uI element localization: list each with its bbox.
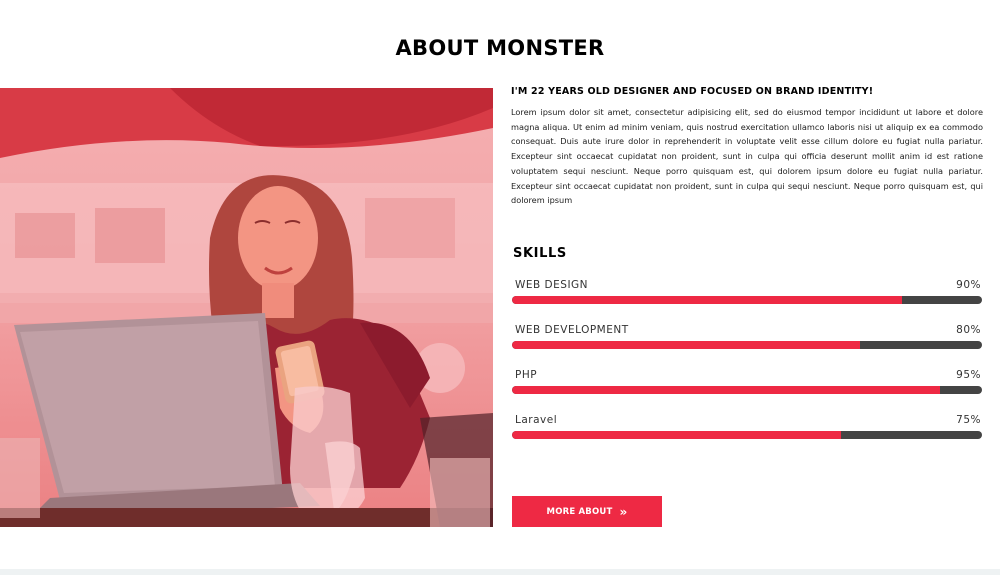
skill-php: PHP 95% (512, 369, 982, 394)
about-paragraph: Lorem ipsum dolor sit amet, consectetur … (511, 107, 983, 206)
skill-name: Laravel (515, 414, 558, 426)
skill-progress-bar (512, 431, 982, 439)
skill-name: PHP (515, 369, 538, 381)
section-title: ABOUT MONSTER (395, 36, 605, 60)
skill-name: WEB DESIGN (515, 279, 589, 291)
double-chevron-right-icon: » (619, 504, 628, 519)
skill-progress-fill (512, 386, 940, 394)
about-content: I'M 22 YEARS OLD DESIGNER AND FOCUSED ON… (511, 86, 983, 208)
skill-percent: 95% (956, 369, 981, 381)
more-about-label: MORE ABOUT (546, 506, 613, 517)
skill-progress-fill (512, 341, 860, 349)
about-headline: I'M 22 YEARS OLD DESIGNER AND FOCUSED ON… (511, 86, 874, 97)
skill-name: WEB DEVELOPMENT (515, 324, 629, 336)
skill-percent: 75% (956, 414, 981, 426)
woman-with-laptop-image (0, 88, 493, 527)
skill-laravel: Laravel 75% (512, 414, 982, 439)
more-about-button[interactable]: MORE ABOUT » (512, 496, 662, 527)
section-divider (0, 569, 1000, 575)
about-photo (0, 88, 493, 527)
skill-progress-bar (512, 341, 982, 349)
skill-web-design: WEB DESIGN 90% (512, 279, 982, 304)
skill-progress-bar (512, 296, 982, 304)
skills-title: SKILLS (513, 246, 567, 261)
skill-progress-fill (512, 296, 903, 304)
skill-percent: 80% (956, 324, 981, 336)
skill-progress-fill (512, 431, 841, 439)
skill-percent: 90% (956, 279, 981, 291)
skill-web-development: WEB DEVELOPMENT 80% (512, 324, 982, 349)
skill-progress-bar (512, 386, 982, 394)
